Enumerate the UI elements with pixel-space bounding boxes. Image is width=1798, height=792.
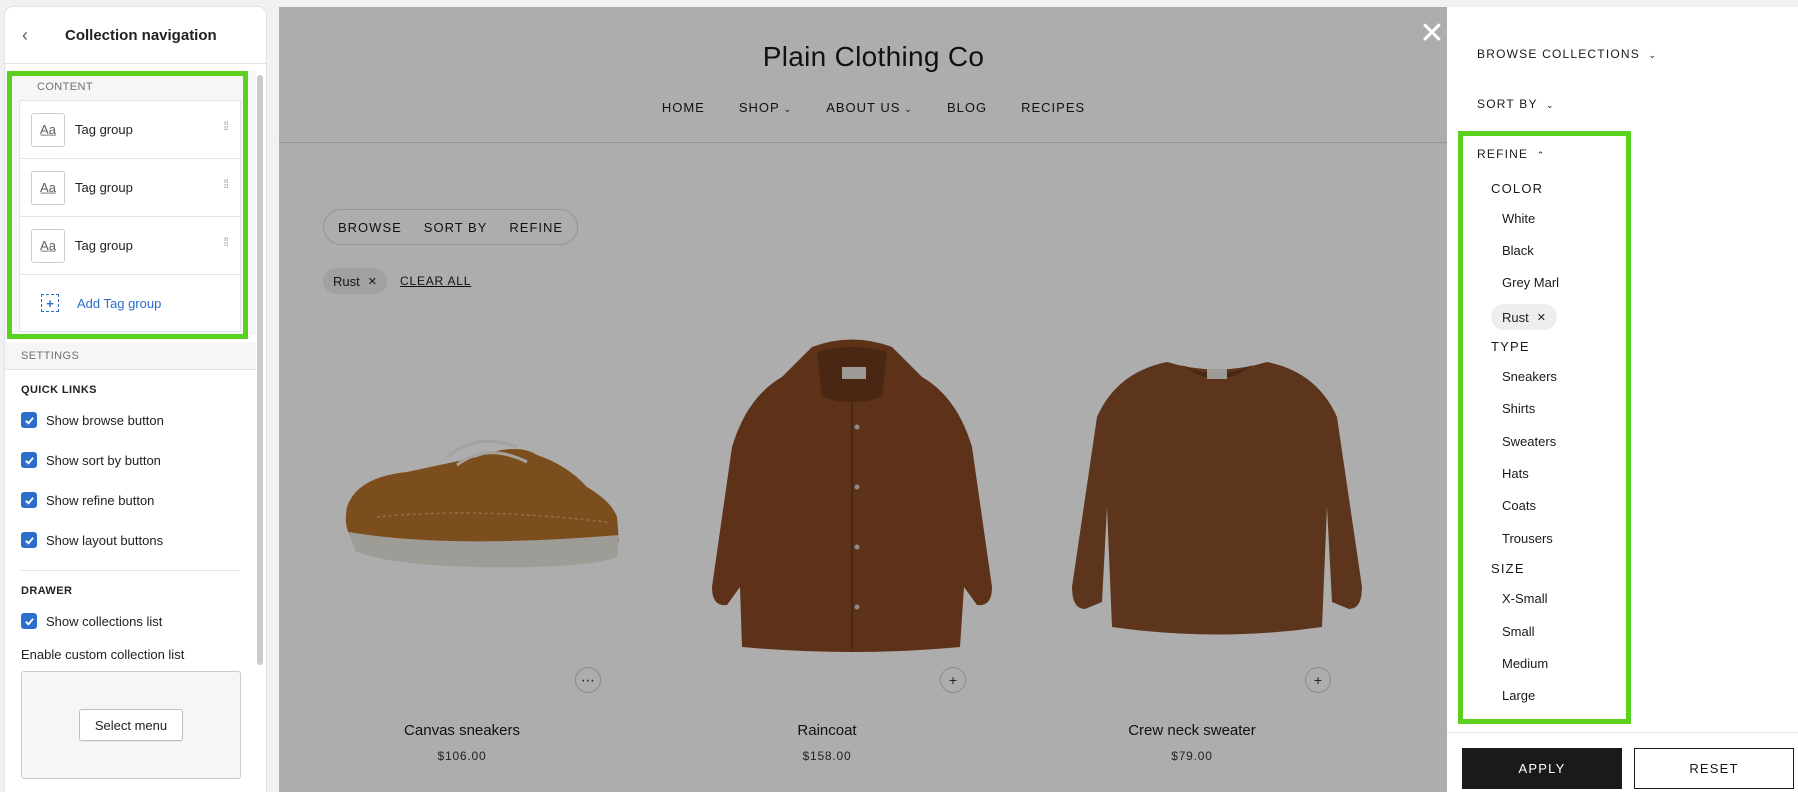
editor-panel: ‹ Collection navigation CONTENT A̲a̲ Tag… — [5, 7, 266, 792]
content-label: CONTENT — [37, 81, 93, 93]
checkbox-label: Show refine button — [46, 492, 155, 508]
show-layout-checkbox[interactable]: Show layout buttons — [5, 520, 256, 560]
color-option[interactable]: Grey Marl — [1502, 275, 1559, 290]
size-option[interactable]: X-Small — [1502, 591, 1548, 606]
close-drawer-button[interactable]: ✕ — [1417, 19, 1447, 49]
color-option[interactable]: White — [1502, 211, 1535, 226]
drag-handle-icon[interactable]: ⁞⁞ — [223, 120, 229, 132]
size-group-title: SIZE — [1491, 561, 1525, 576]
size-option[interactable]: Medium — [1502, 656, 1548, 671]
scrollbar-thumb[interactable] — [257, 75, 263, 665]
tag-group-row[interactable]: A̲a̲ Tag group ⁞⁞ — [20, 217, 240, 275]
text-block-icon: A̲a̲ — [31, 170, 65, 205]
add-tag-group-label: Add Tag group — [77, 295, 162, 311]
scrollbar[interactable] — [256, 69, 264, 792]
show-collections-checkbox[interactable]: Show collections list — [5, 601, 256, 641]
text-block-icon: A̲a̲ — [31, 228, 65, 263]
type-option[interactable]: Shirts — [1502, 401, 1535, 416]
browse-collections-label: BROWSE COLLECTIONS — [1477, 47, 1640, 61]
tag-group-row[interactable]: A̲a̲ Tag group ⁞⁞ — [20, 101, 240, 159]
checkbox-label: Show sort by button — [46, 452, 161, 468]
content-section: CONTENT A̲a̲ Tag group ⁞⁞ A̲a̲ Tag group… — [5, 71, 256, 335]
tag-group-list: A̲a̲ Tag group ⁞⁞ A̲a̲ Tag group ⁞⁞ A̲a̲… — [19, 100, 241, 332]
checkbox-label: Show browse button — [46, 412, 164, 428]
chevron-up-icon: ⌃ — [1536, 150, 1546, 160]
drag-handle-icon[interactable]: ⁞⁞ — [223, 236, 229, 248]
text-block-icon: A̲a̲ — [31, 112, 65, 147]
drag-handle-icon[interactable]: ⁞⁞ — [223, 178, 229, 190]
apply-button[interactable]: APPLY — [1462, 748, 1622, 789]
checkbox-checked-icon — [21, 492, 37, 508]
settings-section: SETTINGS QUICK LINKS Show browse button … — [5, 342, 256, 779]
type-option[interactable]: Sneakers — [1502, 369, 1557, 384]
size-option[interactable]: Large — [1502, 688, 1535, 703]
divider — [21, 570, 240, 571]
add-tag-group-button[interactable]: + Add Tag group — [20, 275, 240, 331]
type-option[interactable]: Trousers — [1502, 531, 1553, 546]
refine-drawer: BROWSE COLLECTIONS ⌄ SORT BY ⌄ REFINE ⌃ … — [1447, 7, 1798, 792]
selected-color-chip[interactable]: Rust ✕ — [1491, 304, 1557, 330]
size-option[interactable]: Small — [1502, 624, 1535, 639]
show-refine-checkbox[interactable]: Show refine button — [5, 480, 256, 520]
editor-scroll-area[interactable]: CONTENT A̲a̲ Tag group ⁞⁞ A̲a̲ Tag group… — [5, 64, 256, 792]
menu-picker: Select menu — [21, 671, 241, 779]
custom-list-label: Enable custom collection list — [21, 646, 185, 662]
select-menu-button[interactable]: Select menu — [79, 709, 183, 741]
chevron-down-icon: ⌄ — [1545, 100, 1555, 110]
sort-by-label: SORT BY — [1477, 97, 1538, 111]
add-block-icon: + — [41, 294, 59, 312]
drawer-actions: APPLY RESET — [1447, 732, 1798, 792]
quick-links-heading: QUICK LINKS — [21, 384, 97, 396]
editor-title: Collection navigation — [65, 26, 217, 44]
checkbox-checked-icon — [21, 412, 37, 428]
checkbox-label: Show layout buttons — [46, 532, 164, 548]
checkbox-checked-icon — [21, 452, 37, 468]
tag-group-label: Tag group — [75, 238, 133, 253]
refine-label: REFINE — [1477, 147, 1529, 161]
reset-button[interactable]: RESET — [1634, 748, 1794, 789]
type-group-title: TYPE — [1491, 339, 1530, 354]
show-sort-checkbox[interactable]: Show sort by button — [5, 440, 256, 480]
tag-group-label: Tag group — [75, 122, 133, 137]
browse-collections-toggle[interactable]: BROWSE COLLECTIONS ⌄ — [1477, 47, 1657, 61]
close-icon[interactable]: ✕ — [1537, 311, 1546, 324]
color-group-title: COLOR — [1491, 181, 1544, 196]
close-icon: ✕ — [1419, 17, 1445, 50]
chevron-down-icon: ⌄ — [1648, 50, 1658, 60]
tag-group-row[interactable]: A̲a̲ Tag group ⁞⁞ — [20, 159, 240, 217]
color-option[interactable]: Black — [1502, 243, 1534, 258]
tag-group-label: Tag group — [75, 180, 133, 195]
type-option[interactable]: Coats — [1502, 498, 1536, 513]
show-browse-checkbox[interactable]: Show browse button — [5, 400, 256, 440]
settings-label: SETTINGS — [5, 342, 256, 370]
type-option[interactable]: Sweaters — [1502, 434, 1556, 449]
editor-header: ‹ Collection navigation — [5, 7, 266, 64]
checkbox-checked-icon — [21, 532, 37, 548]
chevron-left-icon: ‹ — [22, 24, 28, 45]
checkbox-label: Show collections list — [46, 613, 163, 629]
type-option[interactable]: Hats — [1502, 466, 1529, 481]
checkbox-checked-icon — [21, 613, 37, 629]
sort-by-toggle[interactable]: SORT BY ⌄ — [1477, 97, 1555, 111]
refine-toggle[interactable]: REFINE ⌃ — [1477, 147, 1546, 161]
drawer-heading: DRAWER — [21, 585, 73, 597]
back-button[interactable]: ‹ — [5, 7, 45, 64]
selected-color-label: Rust — [1502, 309, 1529, 325]
